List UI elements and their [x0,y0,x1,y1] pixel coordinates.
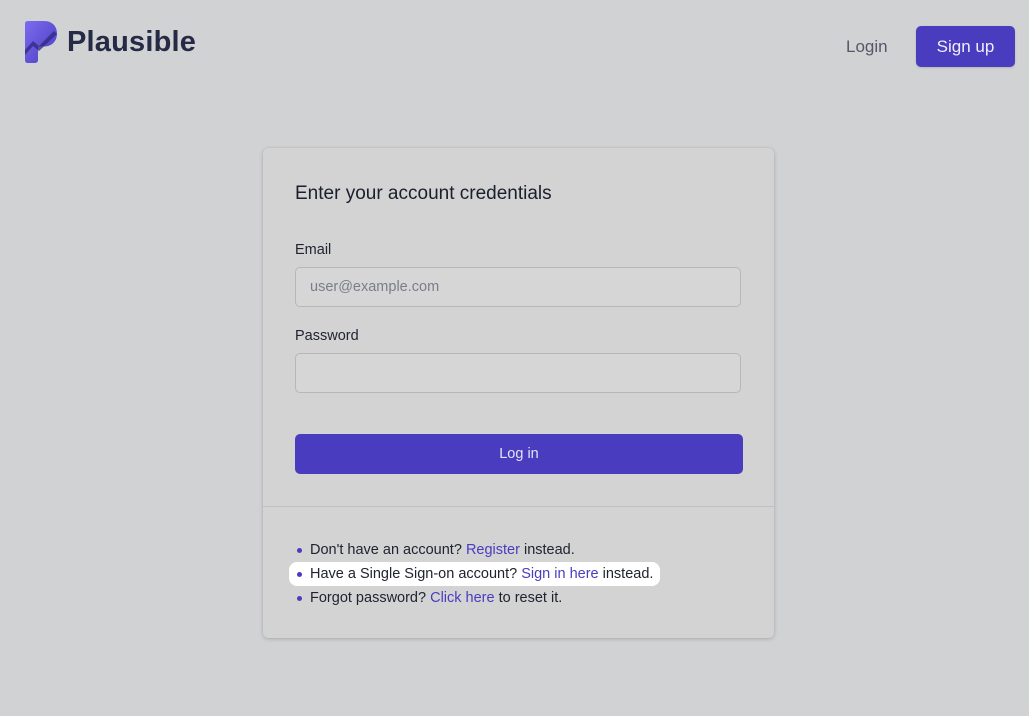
password-label: Password [295,328,359,344]
bullet-icon [297,572,302,577]
sso-prompt: Have a Single Sign-on account? [310,566,518,582]
login-card: Enter your account credentials Email Pas… [263,148,774,638]
bullet-icon [297,548,302,553]
password-input[interactable] [295,353,741,393]
reset-password-link[interactable]: Click here [430,590,494,606]
help-links-list: Don't have an account? Register instead.… [289,538,661,610]
bullet-icon [297,596,302,601]
plausible-logo[interactable]: Plausible [24,20,196,64]
sso-suffix: instead. [602,566,654,582]
list-item-register: Don't have an account? Register instead. [289,538,660,562]
login-button[interactable]: Log in [295,434,743,474]
brand-name: Plausible [67,26,197,58]
email-input[interactable] [295,267,741,307]
register-suffix: instead. [523,542,575,558]
login-link[interactable]: Login [846,36,888,58]
signup-button[interactable]: Sign up [916,26,1015,67]
forgot-password-suffix: to reset it. [498,590,563,606]
register-link[interactable]: Register [466,542,520,558]
email-label: Email [295,242,332,258]
top-navigation: Plausible Login Sign up [0,0,1029,92]
sso-signin-link[interactable]: Sign in here [521,566,598,582]
list-item-sso: Have a Single Sign-on account? Sign in h… [289,562,661,586]
list-item-forgot-password: Forgot password? Click here to reset it. [289,586,660,610]
register-prompt: Don't have an account? [310,542,462,558]
card-title: Enter your account credentials [295,183,552,204]
forgot-password-prompt: Forgot password? [310,590,427,606]
card-divider [263,506,774,507]
plausible-logo-icon [25,21,57,63]
